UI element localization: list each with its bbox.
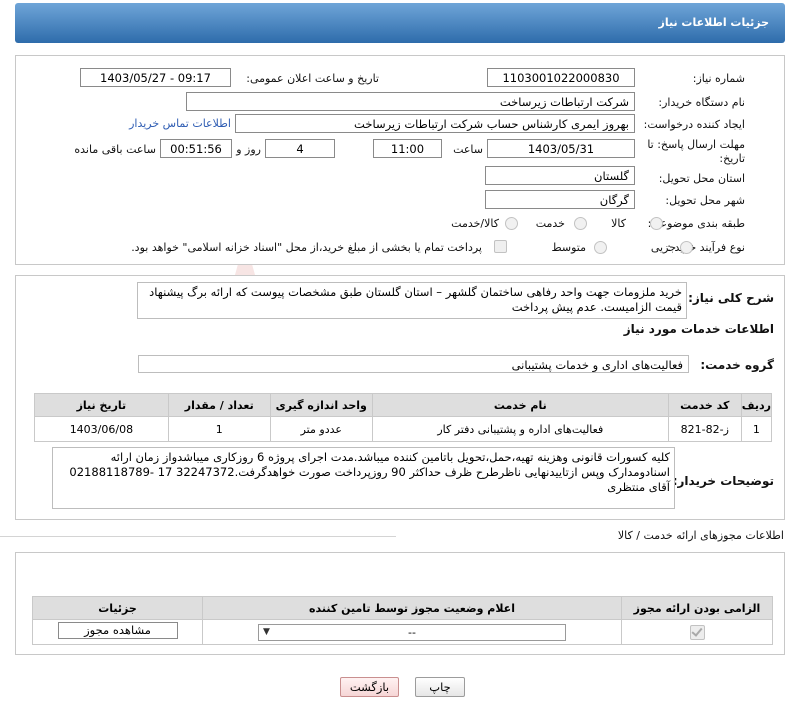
cell-row: 1	[740, 416, 773, 442]
requester-field: بهروز ایمری کارشناس حساب شرکت ارتباطات ز…	[235, 114, 635, 133]
need-number-label: شماره نیاز:	[692, 72, 745, 85]
view-permit-button[interactable]: مشاهده مجوز	[57, 622, 178, 639]
permits-divider	[0, 536, 396, 537]
process-option-minor: جزیی	[650, 241, 676, 254]
print-button[interactable]: چاپ	[415, 677, 465, 697]
permits-table-header: الزامی بودن ارائه مجوز اعلام وضعیت مجوز …	[32, 596, 773, 620]
delivery-city-label: شهر محل تحویل:	[665, 194, 745, 207]
table-row: -- ▼ مشاهده مجوز	[32, 619, 773, 645]
col-name: نام خدمت	[371, 393, 669, 417]
service-group-field: فعالیت‌های اداری و خدمات پشتیبانی	[138, 355, 689, 373]
permits-table: الزامی بودن ارائه مجوز اعلام وضعیت مجوز …	[32, 596, 773, 645]
col-permit-details: جزئیات	[32, 596, 203, 620]
summary-textarea: خرید ملزومات جهت واحد رفاهی ساختمان گلشه…	[137, 282, 687, 319]
permit-status-value: --	[408, 625, 416, 639]
buyer-notes-textarea: کلیه کسورات قانونی وهزینه تهیه،حمل،تحویل…	[52, 447, 675, 509]
permit-status-select[interactable]: -- ▼	[258, 623, 566, 641]
remaining-days-label: روز و	[236, 143, 261, 156]
treasury-note: پرداخت تمام یا بخشی از مبلغ خرید،از محل …	[131, 241, 482, 254]
permit-required-checkbox[interactable]	[689, 624, 705, 640]
cell-code: ز-82-821	[667, 416, 742, 442]
process-radio-minor[interactable]	[680, 241, 693, 254]
col-qty: تعداد / مقدار	[167, 393, 271, 417]
cell-name: فعالیت‌های اداره و پشتیبانی دفتر کار	[371, 416, 669, 442]
table-row: 1 ز-82-821 فعالیت‌های اداره و پشتیبانی د…	[34, 416, 773, 442]
announce-datetime-field: 1403/05/27 - 09:17	[80, 68, 231, 87]
chevron-down-icon: ▼	[263, 626, 270, 637]
requester-label: ایجاد کننده درخواست:	[643, 118, 745, 131]
delivery-province-label: استان محل تحویل:	[658, 172, 745, 185]
deadline-label-line1: مهلت ارسال پاسخ: تا	[647, 138, 745, 151]
delivery-province-field: گلستان	[485, 166, 635, 185]
remaining-time-label: ساعت باقی مانده	[74, 143, 156, 156]
announce-datetime-label: تاریخ و ساعت اعلان عمومی:	[246, 72, 379, 85]
services-info-title: اطلاعات خدمات مورد نیاز	[623, 322, 774, 336]
service-table-header: ردیف کد خدمت نام خدمت واحد اندازه گیری ت…	[34, 393, 773, 417]
deadline-time-label: ساعت	[453, 143, 483, 156]
deadline-time-field: 11:00	[373, 139, 442, 158]
cell-permit-required	[621, 619, 773, 645]
deadline-date-field: 1403/05/31	[487, 139, 635, 158]
category-radio-service[interactable]	[574, 217, 587, 230]
page-header: جزئیات اطلاعات نیاز	[15, 3, 785, 43]
buyer-contact-link[interactable]: اطلاعات تماس خریدار	[129, 117, 231, 130]
category-option-service: خدمت	[535, 217, 565, 230]
check-icon	[690, 624, 703, 637]
service-group-label: گروه خدمت:	[700, 358, 774, 372]
process-option-medium: متوسط	[551, 241, 586, 254]
delivery-city-field: گرگان	[485, 190, 635, 209]
category-radio-goods[interactable]	[650, 217, 663, 230]
process-radio-medium[interactable]	[594, 241, 607, 254]
remaining-days-field: 4	[265, 139, 335, 158]
col-row: ردیف	[740, 393, 773, 417]
treasury-checkbox[interactable]	[494, 240, 507, 253]
buyer-org-field: شرکت ارتباطات زیرساخت	[186, 92, 635, 111]
col-permit-required: الزامی بودن ارائه مجوز	[621, 596, 773, 620]
page-title: جزئیات اطلاعات نیاز	[658, 16, 770, 29]
category-radio-goods-service[interactable]	[505, 217, 518, 230]
col-permit-status: اعلام وضعیت مجوز توسط تامین کننده	[202, 596, 622, 620]
buyer-org-label: نام دستگاه خریدار:	[658, 96, 745, 109]
back-button[interactable]: بازگشت	[340, 677, 399, 697]
buyer-notes-label: توضیحات خریدار:	[672, 474, 774, 488]
cell-unit: عددو متر	[269, 416, 373, 442]
category-option-goods-service: کالا/خدمت	[451, 217, 499, 230]
permits-title: اطلاعات مجوزهای ارائه خدمت / کالا	[617, 529, 784, 542]
cell-permit-details: مشاهده مجوز	[32, 619, 203, 645]
summary-label: شرح کلی نیاز:	[688, 291, 774, 305]
deadline-label-line2: تاریخ:	[719, 152, 745, 165]
remaining-time-field: 00:51:56	[160, 139, 232, 158]
process-label: نوع فرآیند خرید :	[667, 241, 745, 254]
cell-date: 1403/06/08	[34, 416, 169, 442]
col-date: تاریخ نیاز	[34, 393, 169, 417]
col-code: کد خدمت	[667, 393, 742, 417]
cell-permit-status: -- ▼	[202, 619, 622, 645]
cell-qty: 1	[167, 416, 271, 442]
col-unit: واحد اندازه گیری	[269, 393, 373, 417]
category-option-goods: کالا	[611, 217, 626, 230]
need-number-field: 1103001022000830	[487, 68, 635, 87]
service-table: ردیف کد خدمت نام خدمت واحد اندازه گیری ت…	[34, 393, 773, 442]
